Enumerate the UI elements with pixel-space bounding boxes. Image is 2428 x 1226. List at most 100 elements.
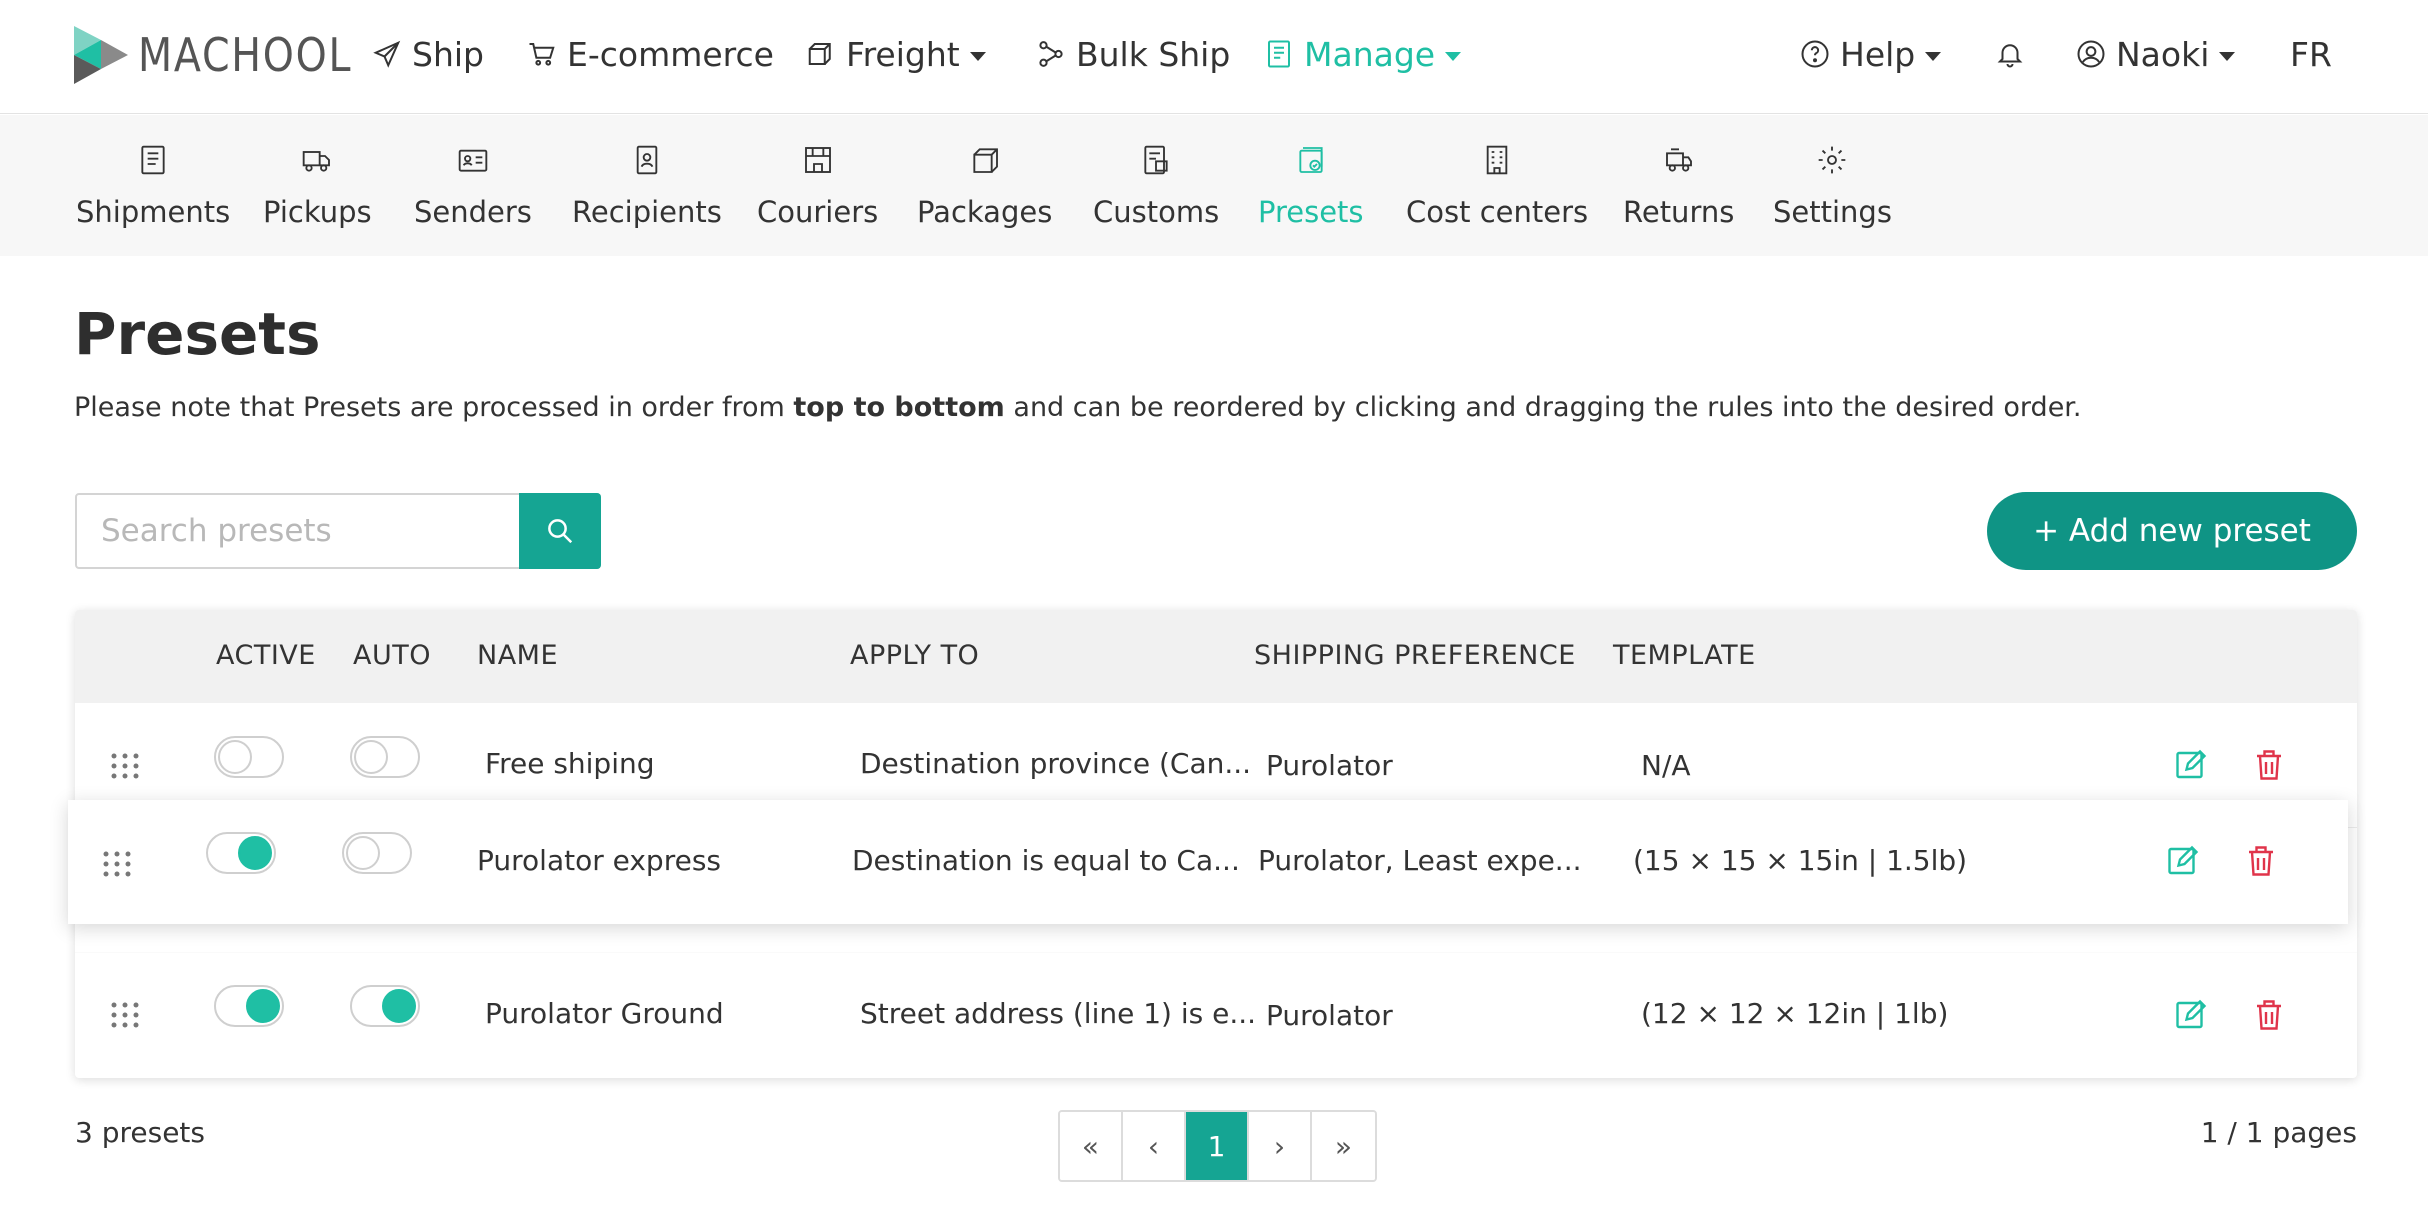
subnav-senders[interactable]: Senders [414,143,532,243]
subnav-pickups[interactable]: Pickups [263,143,372,243]
chevron-down-icon [1445,51,1462,61]
reorder-note: Please note that Presets are processed i… [74,392,2082,423]
nav-ship-label: Ship [412,34,484,74]
preset-template: (15 × 15 × 15in | 1.5lb) [1633,844,1968,877]
subnav-label: Returns [1623,195,1735,229]
machool-logo[interactable]: MACHOOL [74,26,387,84]
top-navbar: MACHOOL Ship E-commerce Freight Bulk Shi… [0,0,2428,114]
subnav-couriers[interactable]: Couriers [757,143,878,243]
page-title: Presets [74,300,321,368]
nav-help-label: Help [1840,34,1916,74]
subnav-presets[interactable]: Presets [1258,143,1364,243]
subnav-label: Couriers [757,195,879,229]
nav-help[interactable]: Help [1800,28,1942,80]
gear-icon [1819,146,1846,174]
preset-shipping-preference: Purolator [1266,749,1393,782]
search-box [75,493,601,569]
subnav-cost-centers[interactable]: Cost centers [1406,143,1588,243]
next-page-button[interactable]: › [1249,1112,1312,1180]
column-header-apply-to: APPLY TO [850,640,980,671]
edit-icon[interactable] [2173,747,2209,783]
last-page-button[interactable]: » [1312,1112,1375,1180]
chevron-down-icon [1925,51,1942,61]
language-toggle[interactable]: FR [2290,28,2332,80]
chevron-down-icon [969,51,986,61]
first-page-button[interactable]: « [1060,1112,1123,1180]
prev-page-button[interactable]: ‹ [1123,1112,1186,1180]
preset-name: Purolator Ground [485,997,724,1030]
nav-bulk-ship-label: Bulk Ship [1076,34,1231,74]
auto-toggle[interactable] [342,832,412,874]
active-toggle[interactable] [214,985,284,1027]
nav-ecommerce[interactable]: E-commerce [527,28,774,80]
nav-manage[interactable]: Manage [1264,28,1462,80]
subnav-shipments[interactable]: Shipments [76,143,230,243]
page-indicator: 1 / 1 pages [2200,1116,2357,1149]
notifications-button[interactable] [1995,28,2035,80]
subnav-label: Senders [414,195,532,229]
nav-user-label: Naoki [2116,34,2210,74]
subnav-recipients[interactable]: Recipients [572,143,722,243]
subnav-label: Settings [1773,195,1892,229]
subnav-returns[interactable]: Returns [1623,143,1734,243]
active-toggle[interactable] [206,832,276,874]
preset-stack-icon [1299,147,1323,173]
column-header-active: ACTIVE [216,640,316,671]
edit-icon[interactable] [2165,843,2201,879]
preset-shipping-preference: Purolator, Least expe... [1258,844,1582,877]
subnav-label: Pickups [263,195,372,229]
trash-icon[interactable] [2251,747,2287,783]
question-circle-icon [1801,40,1829,68]
chevron-down-icon [2219,51,2236,61]
trash-icon[interactable] [2243,843,2279,879]
subnav-label: Shipments [76,195,231,229]
manage-subnav: Shipments Pickups Senders Recipients Cou… [0,115,2428,256]
cart-icon [529,43,555,66]
add-new-preset-button[interactable]: + Add new preset [1987,492,2357,570]
language-label: FR [2290,34,2332,74]
machool-logo-mark-icon [74,26,128,84]
auto-toggle[interactable] [350,985,420,1027]
column-header-name: NAME [477,640,559,671]
page-1-button[interactable]: 1 [1186,1112,1249,1180]
table-row[interactable]: Purolator Ground Street address (line 1)… [75,953,2357,1078]
subnav-settings[interactable]: Settings [1773,143,1892,243]
drag-handle-icon[interactable] [110,1001,140,1029]
nav-ecommerce-label: E-commerce [567,34,774,74]
bell-icon [1997,44,2023,68]
drag-handle-icon[interactable] [110,752,140,780]
drag-handle-icon[interactable] [102,850,132,878]
trash-icon[interactable] [2251,997,2287,1033]
active-toggle[interactable] [214,736,284,778]
search-input[interactable] [77,495,521,567]
subnav-packages[interactable]: Packages [917,143,1052,243]
column-header-shipping-preference: SHIPPING PREFERENCE [1254,640,1576,671]
auto-toggle[interactable] [350,736,420,778]
nav-freight[interactable]: Freight [806,28,986,80]
preset-template: (12 × 12 × 12in | 1lb) [1641,997,1949,1030]
subnav-label: Cost centers [1406,195,1589,229]
preset-template: N/A [1641,749,1691,782]
user-circle-icon [2077,40,2105,68]
nav-manage-label: Manage [1304,34,1436,74]
preset-apply-to: Street address (line 1) is e... [860,997,1257,1030]
subnav-label: Recipients [572,195,722,229]
preset-count: 3 presets [75,1116,205,1149]
edit-icon[interactable] [2173,997,2209,1033]
subnav-label: Packages [917,195,1053,229]
preset-name: Free shiping [485,747,655,780]
preset-apply-to: Destination is equal to Ca... [852,844,1240,877]
address-card-icon [458,149,488,172]
dragged-table-row[interactable]: Purolator express Destination is equal t… [68,800,2348,924]
column-header-auto: AUTO [353,640,431,671]
note-emphasis: top to bottom [793,392,1005,423]
note-text: Please note that Presets are processed i… [74,392,794,423]
column-header-template: TEMPLATE [1613,640,1756,671]
nav-bulk-ship[interactable]: Bulk Ship [1036,28,1230,80]
nav-user[interactable]: Naoki [2076,28,2236,80]
nav-ship[interactable]: Ship [372,28,484,80]
share-nodes-icon [1039,41,1063,67]
subnav-customs[interactable]: Customs [1093,143,1219,243]
search-button[interactable] [519,493,601,569]
paper-plane-icon [373,40,401,68]
